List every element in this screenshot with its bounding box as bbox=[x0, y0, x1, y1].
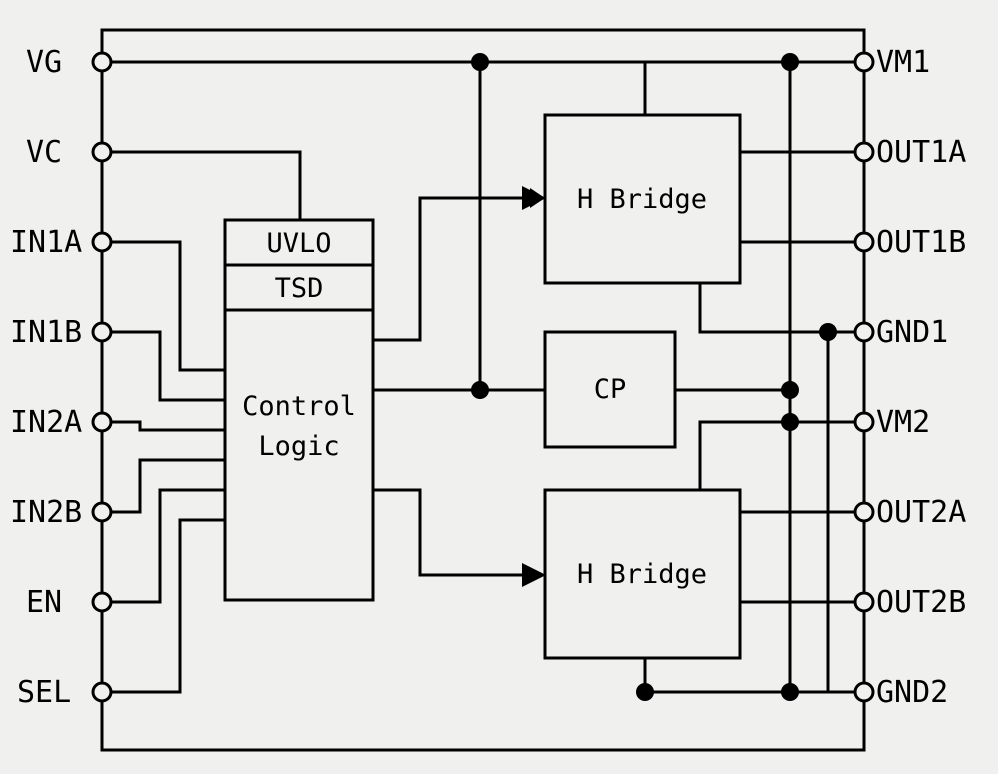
pin-sel bbox=[93, 683, 111, 701]
node-gnd2-b bbox=[781, 683, 799, 701]
pin-out1a bbox=[855, 143, 873, 161]
node-cp-left bbox=[471, 381, 489, 399]
pin-out2a bbox=[855, 503, 873, 521]
pin-in1a bbox=[93, 233, 111, 251]
pin-vm1 bbox=[855, 53, 873, 71]
pin-label-out2a: OUT2A bbox=[876, 495, 966, 530]
pin-label-vm1: VM1 bbox=[876, 45, 930, 80]
pin-label-vg: VG bbox=[26, 45, 62, 80]
hbridge1-label: H Bridge bbox=[577, 184, 707, 215]
pin-en bbox=[93, 593, 111, 611]
control-label: Control bbox=[242, 391, 356, 422]
pin-in2a bbox=[93, 413, 111, 431]
tsd-label: TSD bbox=[275, 273, 324, 304]
pin-label-vc: VC bbox=[26, 135, 62, 170]
hbridge2-label: H Bridge bbox=[577, 559, 707, 590]
pin-label-in1a: IN1A bbox=[10, 225, 82, 260]
pin-out1b bbox=[855, 233, 873, 251]
node-gnd1 bbox=[819, 323, 837, 341]
pin-label-out1a: OUT1A bbox=[876, 135, 966, 170]
pin-label-sel: SEL bbox=[17, 675, 71, 710]
pin-gnd2 bbox=[855, 683, 873, 701]
pin-label-vm2: VM2 bbox=[876, 405, 930, 440]
pin-label-out1b: OUT1B bbox=[876, 225, 966, 260]
node-cp-right bbox=[781, 381, 799, 399]
uvlo-label: UVLO bbox=[266, 228, 331, 259]
pin-vg bbox=[93, 53, 111, 71]
cp-label: CP bbox=[594, 374, 627, 405]
pin-label-gnd2: GND2 bbox=[876, 675, 948, 710]
node-vg-2 bbox=[781, 53, 799, 71]
pin-vm2 bbox=[855, 413, 873, 431]
logic-label: Logic bbox=[258, 431, 339, 462]
pin-label-en: EN bbox=[26, 585, 62, 620]
node-gnd2-a bbox=[636, 683, 654, 701]
pin-gnd1 bbox=[855, 323, 873, 341]
pin-vc bbox=[93, 143, 111, 161]
pin-in1b bbox=[93, 323, 111, 341]
pin-in2b bbox=[93, 503, 111, 521]
pin-label-out2b: OUT2B bbox=[876, 585, 966, 620]
pin-label-gnd1: GND1 bbox=[876, 315, 948, 350]
pin-label-in1b: IN1B bbox=[10, 315, 82, 350]
pin-out2b bbox=[855, 593, 873, 611]
pin-label-in2b: IN2B bbox=[10, 495, 82, 530]
block-diagram: VG VC IN1A IN1B IN2A IN2B EN SEL VM1 OUT… bbox=[0, 0, 998, 774]
node-vm2 bbox=[781, 413, 799, 431]
pin-label-in2a: IN2A bbox=[10, 405, 82, 440]
node-vg-1 bbox=[471, 53, 489, 71]
